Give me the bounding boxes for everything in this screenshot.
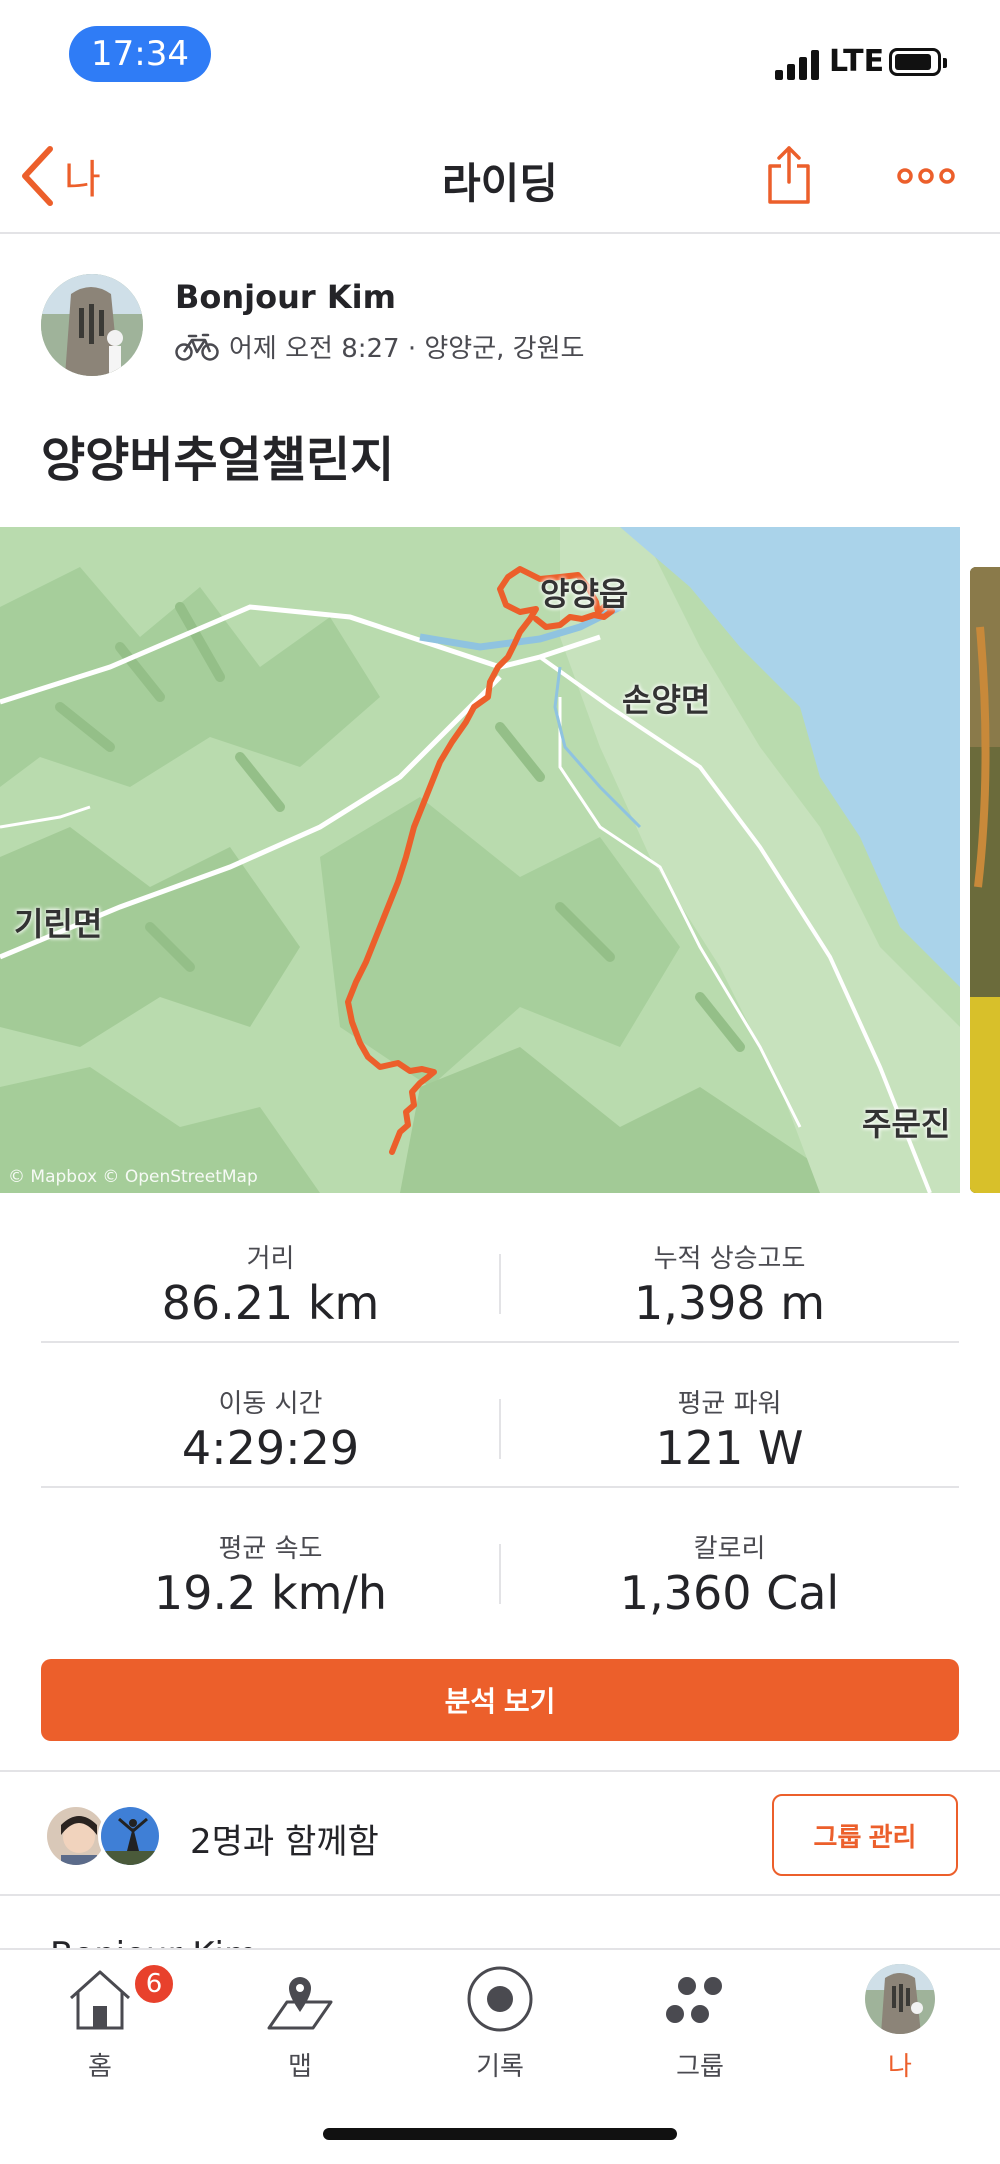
- stat-value: 4:29:29: [181, 1421, 360, 1475]
- activity-stats: 거리 86.21 km 누적 상승고도 1,398 m 이동 시간 4:29:2…: [41, 1198, 959, 1633]
- stat-distance: 거리 86.21 km: [41, 1198, 500, 1343]
- stat-elevation-gain: 누적 상승고도 1,398 m: [500, 1198, 959, 1343]
- nav-bar: 나 라이딩: [0, 120, 1000, 234]
- activity-meta: 어제 오전 8:27 · 양양군, 강원도: [175, 328, 584, 365]
- manage-group-button[interactable]: 그룹 관리: [772, 1794, 958, 1876]
- group-activity-row: 2명과 함께함 그룹 관리: [0, 1772, 1000, 1894]
- tab-map[interactable]: 맵: [240, 1964, 360, 2094]
- stat-label: 이동 시간: [218, 1389, 323, 1419]
- tab-label: 나: [888, 2052, 912, 2082]
- stats-row: 이동 시간 4:29:29 평균 파워 121 W: [41, 1343, 959, 1488]
- group-member-avatar[interactable]: [98, 1804, 162, 1868]
- page-title: 라이딩: [442, 159, 558, 208]
- photo-peek[interactable]: [970, 567, 1000, 1193]
- stats-row: 거리 86.21 km 누적 상승고도 1,398 m: [41, 1198, 959, 1343]
- stat-label: 누적 상승고도: [653, 1244, 806, 1274]
- divider: [0, 1894, 1000, 1896]
- stat-value: 1,360 Cal: [619, 1566, 840, 1620]
- share-button[interactable]: [764, 144, 814, 206]
- stat-calories: 칼로리 1,360 Cal: [500, 1488, 959, 1633]
- group-with-text[interactable]: 2명과 함께함: [190, 1814, 379, 1863]
- stat-avg-speed: 평균 속도 19.2 km/h: [41, 1488, 500, 1633]
- map-canvas: [0, 527, 960, 1193]
- activity-date-location: 어제 오전 8:27 · 양양군, 강원도: [229, 334, 585, 364]
- stat-label: 칼로리: [693, 1534, 766, 1564]
- tab-home[interactable]: 6 홈: [40, 1962, 176, 2094]
- avatar-photo: [41, 274, 143, 376]
- tab-profile[interactable]: 나: [840, 1964, 960, 2094]
- more-options-button[interactable]: [896, 156, 956, 196]
- photo-thumbnail: [970, 567, 1000, 1193]
- tab-label: 그룹: [676, 2052, 724, 2082]
- map-label-east: 손양면: [622, 681, 711, 719]
- tab-label: 홈: [88, 2052, 112, 2082]
- home-icon: [69, 1970, 131, 2030]
- comment-preview: Bonjour Kim: [50, 1928, 257, 1948]
- view-analysis-button[interactable]: 분석 보기: [41, 1659, 959, 1741]
- bicycle-icon: [175, 333, 219, 361]
- more-icon: [897, 168, 955, 184]
- athlete-name[interactable]: Bonjour Kim: [175, 278, 396, 316]
- stat-value: 86.21 km: [161, 1276, 380, 1330]
- map-label-south: 주문진: [862, 1105, 951, 1143]
- notification-badge: 6: [132, 1962, 176, 2006]
- network-type: LTE: [829, 44, 885, 79]
- stat-moving-time: 이동 시간 4:29:29: [41, 1343, 500, 1488]
- battery-icon: [889, 48, 947, 76]
- status-bar: 17:34 LTE: [0, 0, 1000, 120]
- stats-row: 평균 속도 19.2 km/h 칼로리 1,360 Cal: [41, 1488, 959, 1633]
- stat-label: 평균 파워: [677, 1389, 782, 1419]
- stat-value: 19.2 km/h: [153, 1566, 388, 1620]
- map-attribution[interactable]: © Mapbox © OpenStreetMap: [8, 1167, 258, 1187]
- profile-avatar: [865, 1964, 935, 2034]
- map-label-town: 양양읍: [540, 575, 629, 613]
- record-icon: [467, 1966, 533, 2032]
- map-label-west: 기린면: [14, 905, 103, 943]
- home-indicator: [323, 2128, 677, 2140]
- stat-avg-power: 평균 파워 121 W: [500, 1343, 959, 1488]
- tab-record[interactable]: 기록: [440, 1964, 560, 2094]
- activity-title: 양양버추얼챌린지: [41, 432, 395, 488]
- status-time: 17:34: [69, 26, 211, 82]
- tab-label: 맵: [288, 2052, 312, 2082]
- stat-label: 거리: [246, 1244, 295, 1274]
- route-map[interactable]: 양양읍 손양면 기린면 주문진 © Mapbox © OpenStreetMap: [0, 527, 960, 1193]
- tab-label: 기록: [476, 2052, 524, 2082]
- groups-icon: [666, 1977, 722, 2023]
- tab-groups[interactable]: 그룹: [640, 1964, 760, 2094]
- stat-value: 121 W: [655, 1421, 804, 1475]
- athlete-header: Bonjour Kim 어제 오전 8:27 · 양양군, 강원도: [0, 236, 1000, 406]
- athlete-avatar[interactable]: [41, 274, 143, 376]
- stat-value: 1,398 m: [633, 1276, 826, 1330]
- stat-label: 평균 속도: [218, 1534, 323, 1564]
- map-icon: [267, 1977, 333, 2030]
- cellular-signal-icon: [775, 48, 821, 80]
- share-icon: [768, 146, 810, 204]
- avatar-photo: [101, 1807, 159, 1865]
